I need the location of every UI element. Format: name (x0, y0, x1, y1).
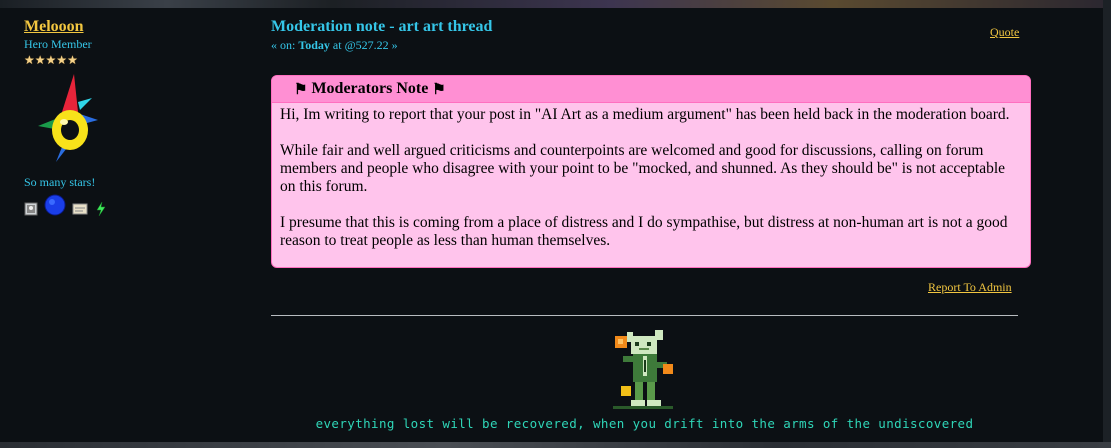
moderator-note-title: Moderators Note (311, 80, 429, 97)
moderator-note-body: Hi, Im writing to report that your post … (272, 103, 1030, 250)
post-meta-prefix: « on: (271, 38, 296, 52)
star-icon: ★ (56, 53, 68, 67)
star-icon: ★ (45, 53, 57, 67)
note-paragraph: While fair and well argued criticisms an… (280, 142, 1006, 195)
moderator-note-header: ⚑ Moderators Note ⚑ (272, 76, 1030, 103)
post-header: Moderation note - art art thread « on: T… (271, 18, 1031, 53)
poster-icon-row (24, 194, 224, 221)
post-time: at @527.22 » (332, 38, 398, 52)
quote-button[interactable]: Quote (990, 25, 1019, 40)
signature-text: everything lost will be recovered, when … (315, 416, 974, 431)
signature-divider (271, 315, 1018, 316)
note-paragraph: I presume that this is coming from a pla… (280, 214, 1008, 249)
flag-icon: ⚑ (432, 81, 446, 98)
flag-icon: ⚑ (294, 81, 308, 98)
post-meta: « on: Today at @527.22 » (271, 38, 1031, 53)
poster-name-link[interactable]: Melooon (24, 18, 84, 36)
signature-sprite-image (613, 330, 677, 415)
rank-stars: ★ ★ ★ ★ ★ (24, 54, 224, 66)
poster-info: Melooon Hero Member ★ ★ ★ ★ ★ So many st… (24, 18, 224, 221)
poster-personal-text: So many stars! (24, 175, 96, 189)
poster-rank: Hero Member (24, 37, 92, 51)
profile-icon[interactable] (24, 202, 38, 221)
moderator-note-box: ⚑ Moderators Note ⚑ Hi, Im writing to re… (271, 75, 1031, 268)
report-to-admin-link[interactable]: Report To Admin (928, 280, 1012, 295)
avatar (34, 72, 224, 169)
header-banner-strip (0, 0, 1111, 8)
post-subject[interactable]: Moderation note - art art thread (271, 18, 1031, 36)
scrollbar-track[interactable] (1103, 0, 1111, 448)
message-icon[interactable] (72, 202, 88, 221)
star-icon: ★ (67, 53, 78, 67)
post-date: Today (298, 38, 330, 52)
footer-banner-strip (0, 442, 1111, 448)
star-icon: ★ (34, 53, 46, 67)
online-status-icon (94, 201, 108, 221)
star-icon: ★ (24, 53, 35, 67)
note-paragraph: Hi, Im writing to report that your post … (280, 106, 1010, 123)
blue-orb-icon (44, 194, 66, 221)
